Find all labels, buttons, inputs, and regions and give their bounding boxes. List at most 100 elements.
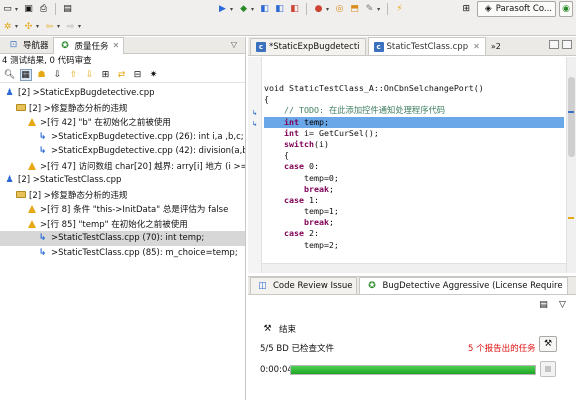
lightning-icon[interactable]: ⚡ bbox=[394, 3, 406, 15]
folder-icon bbox=[15, 189, 26, 200]
code-line[interactable]: case 2: bbox=[264, 228, 564, 239]
collapse-all-icon[interactable]: ⊟ bbox=[132, 69, 144, 81]
sparkle-dropdown-icon[interactable]: ▾ bbox=[15, 23, 18, 30]
code-line[interactable]: temp=2; bbox=[264, 240, 564, 251]
debug-icon[interactable]: ▶ bbox=[217, 3, 229, 15]
search-icon[interactable]: 🔍︎ bbox=[4, 69, 16, 81]
debug-dropdown-icon[interactable]: ▾ bbox=[230, 6, 233, 13]
open-perspective-icon[interactable]: ⊞ bbox=[460, 3, 472, 15]
test-icon-2[interactable]: ◧ bbox=[274, 3, 286, 15]
overview-ruler-mark[interactable] bbox=[568, 217, 574, 219]
tree-row[interactable]: ♟ [2] >StaticExpBugdetective.cpp bbox=[0, 86, 245, 101]
tree-row[interactable]: ♟ [2] >StaticTestClass.cpp bbox=[0, 173, 245, 188]
minimize-icon[interactable] bbox=[549, 40, 559, 49]
tree-row[interactable]: >[行 8] 条件 "this->InitData" 总是评估为 false bbox=[0, 202, 245, 217]
code-line[interactable]: int i= GetCurSel(); bbox=[264, 128, 564, 139]
report-icon[interactable]: ▤ bbox=[538, 299, 550, 311]
tree-row[interactable]: >[行 42] "b" 在初始化之前被使用 bbox=[0, 115, 245, 130]
scroll-thumb[interactable] bbox=[568, 77, 575, 157]
editor-window-controls bbox=[549, 40, 572, 49]
editor-horizontal-scrollbar[interactable] bbox=[262, 263, 566, 273]
code-line[interactable]: case 1: bbox=[264, 195, 564, 206]
annotation-icon[interactable]: ✣ bbox=[23, 21, 35, 33]
flow-marker-icon[interactable]: ↳ bbox=[250, 109, 259, 118]
new-icon[interactable]: ▭ bbox=[2, 3, 14, 15]
code-line[interactable]: void StaticTestClass_A::OnCbnSelchangePo… bbox=[264, 83, 564, 94]
report-button[interactable]: ⚒ bbox=[539, 336, 557, 352]
build-icon[interactable]: ▤ bbox=[62, 3, 74, 15]
code-line[interactable]: case 0: bbox=[264, 161, 564, 172]
warning-icon bbox=[26, 218, 37, 229]
code-line[interactable]: temp=1; bbox=[264, 206, 564, 217]
code-area[interactable]: ↳ ↳ void StaticTestClass_A::OnCbnSelchan… bbox=[248, 57, 576, 273]
editor-vertical-scrollbar[interactable] bbox=[566, 57, 576, 273]
tree-row[interactable]: >[行 47] 访问数组 char[20] 越界: arry[i] 地方 (i … bbox=[0, 159, 245, 174]
tab-staticexpbugdetective[interactable]: c *StaticExpBugdetecti bbox=[250, 38, 366, 55]
search-tool-icon[interactable]: ✎ bbox=[364, 3, 376, 15]
test-icon-1[interactable]: ◧ bbox=[259, 3, 271, 15]
layout-icon[interactable]: ▦ bbox=[19, 69, 32, 81]
arrow-up-icon[interactable]: ⇧ bbox=[68, 69, 80, 81]
run-dropdown-icon[interactable]: ▾ bbox=[251, 6, 254, 13]
forward-dropdown-icon[interactable]: ▾ bbox=[78, 23, 81, 30]
settings-icon[interactable]: ✷ bbox=[148, 69, 160, 81]
tab-bugdetective-aggressive[interactable]: ✪ BugDetective Aggressive (License Requi… bbox=[359, 277, 568, 294]
code-line[interactable]: temp=0; bbox=[264, 173, 564, 184]
close-icon[interactable]: ✕ bbox=[113, 41, 120, 50]
bugdetective-panel: ◫ Code Review Issue ✪ BugDetective Aggre… bbox=[248, 276, 576, 400]
back-dropdown-icon[interactable]: ▾ bbox=[57, 23, 60, 30]
sparkle-icon[interactable]: ✲ bbox=[2, 21, 14, 33]
code-line[interactable]: { bbox=[264, 150, 564, 161]
arrow-down-icon[interactable]: ⇩ bbox=[84, 69, 96, 81]
tree-row[interactable]: ↳ >StaticExpBugdetective.cpp (26): int i,… bbox=[0, 130, 245, 145]
close-icon[interactable]: ✕ bbox=[473, 42, 480, 51]
code-line[interactable]: int temp; bbox=[264, 116, 564, 128]
open-resource-icon[interactable]: ⬒ bbox=[349, 3, 361, 15]
external-tools-dropdown-icon[interactable]: ▾ bbox=[326, 6, 329, 13]
view-menu-icon[interactable]: ▽ bbox=[231, 40, 237, 49]
code-line[interactable]: switch(i) bbox=[264, 139, 564, 150]
tree-row[interactable]: ↳ >StaticExpBugdetective.cpp (42): divisi… bbox=[0, 144, 245, 159]
open-type-icon[interactable]: ◎ bbox=[334, 3, 346, 15]
expand-all-icon[interactable]: ⊞ bbox=[100, 69, 112, 81]
tree-row[interactable]: [2] >修复静态分析的违规 bbox=[0, 101, 245, 116]
overview-ruler-mark[interactable] bbox=[568, 111, 574, 113]
back-icon[interactable]: ⇦ bbox=[44, 21, 56, 33]
tree-row[interactable]: >[行 85] "temp" 在初始化之前被使用 bbox=[0, 217, 245, 232]
external-tools-icon[interactable]: ● bbox=[313, 3, 325, 15]
tree-row-label: [2] >StaticTestClass.cpp bbox=[18, 175, 122, 186]
perspective-other-button[interactable]: ◉ bbox=[559, 1, 573, 17]
perspective-parasoft-button[interactable]: ◈ Parasoft Co... bbox=[476, 1, 556, 17]
tree-row[interactable]: ↳ >StaticTestClass.cpp (70): int temp; bbox=[0, 231, 245, 246]
code-line[interactable]: { bbox=[264, 94, 564, 105]
code-token: 1: bbox=[303, 194, 319, 205]
more-tabs-button[interactable]: »2 bbox=[488, 38, 504, 55]
tab-statictestclass[interactable]: c StaticTestClass.cpp ✕ bbox=[367, 37, 486, 55]
flow-marker-icon[interactable]: ↳ bbox=[250, 120, 259, 129]
tab-quality-tasks[interactable]: ✪ 质量任务 ✕ bbox=[52, 37, 125, 54]
forward-icon[interactable]: ⇨ bbox=[65, 21, 77, 33]
filter-icon[interactable]: ⇩ bbox=[52, 69, 64, 81]
run-icon[interactable]: ◆ bbox=[238, 3, 250, 15]
maximize-icon[interactable] bbox=[562, 40, 572, 49]
view-menu-icon[interactable]: ▽ bbox=[557, 299, 569, 311]
tree-row[interactable]: [2] >修复静态分析的违规 bbox=[0, 188, 245, 203]
tab-code-review-issue[interactable]: ◫ Code Review Issue bbox=[250, 277, 358, 294]
stop-button[interactable] bbox=[540, 361, 556, 377]
print-icon[interactable]: ⎙ bbox=[38, 3, 50, 15]
author-icon[interactable]: ☗ bbox=[36, 69, 48, 81]
link-icon[interactable]: ⇄ bbox=[116, 69, 128, 81]
code-line[interactable]: break; bbox=[264, 217, 564, 228]
search-tool-dropdown-icon[interactable]: ▾ bbox=[377, 6, 380, 13]
tab-navigator[interactable]: ⊡ 导航器 bbox=[2, 37, 53, 54]
code-line[interactable]: // TODO: 在此添加控件通知处理程序代码 bbox=[264, 105, 564, 116]
annotation-dropdown-icon[interactable]: ▾ bbox=[36, 23, 39, 30]
test-icon-3[interactable]: ◧ bbox=[289, 3, 301, 15]
tree-row[interactable]: ↳ >StaticTestClass.cpp (85): m_choice=tem… bbox=[0, 246, 245, 261]
save-icon[interactable]: ▣ bbox=[23, 3, 35, 15]
code-line[interactable]: break; bbox=[264, 184, 564, 195]
flow-step-icon: ↳ bbox=[38, 247, 47, 258]
new-dropdown-icon[interactable]: ▾ bbox=[15, 6, 18, 13]
